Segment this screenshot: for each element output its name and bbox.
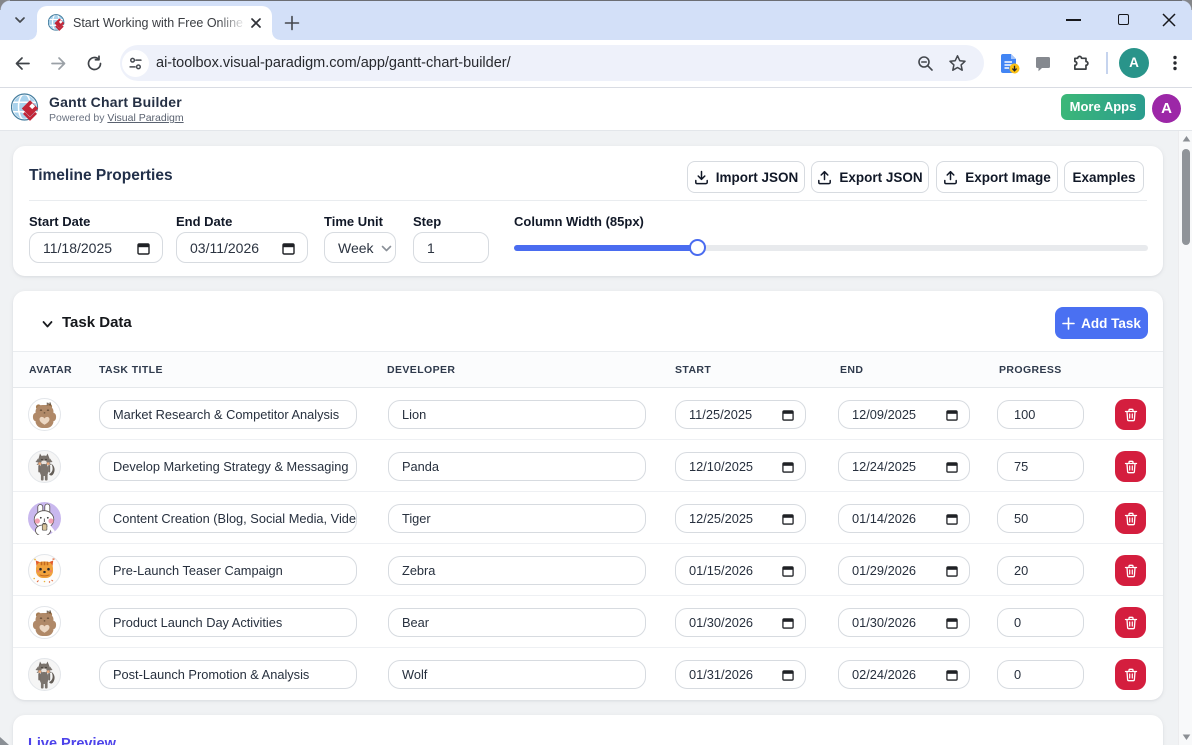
svg-text:HI: HI: [47, 401, 52, 406]
svg-text:HI: HI: [47, 609, 52, 614]
